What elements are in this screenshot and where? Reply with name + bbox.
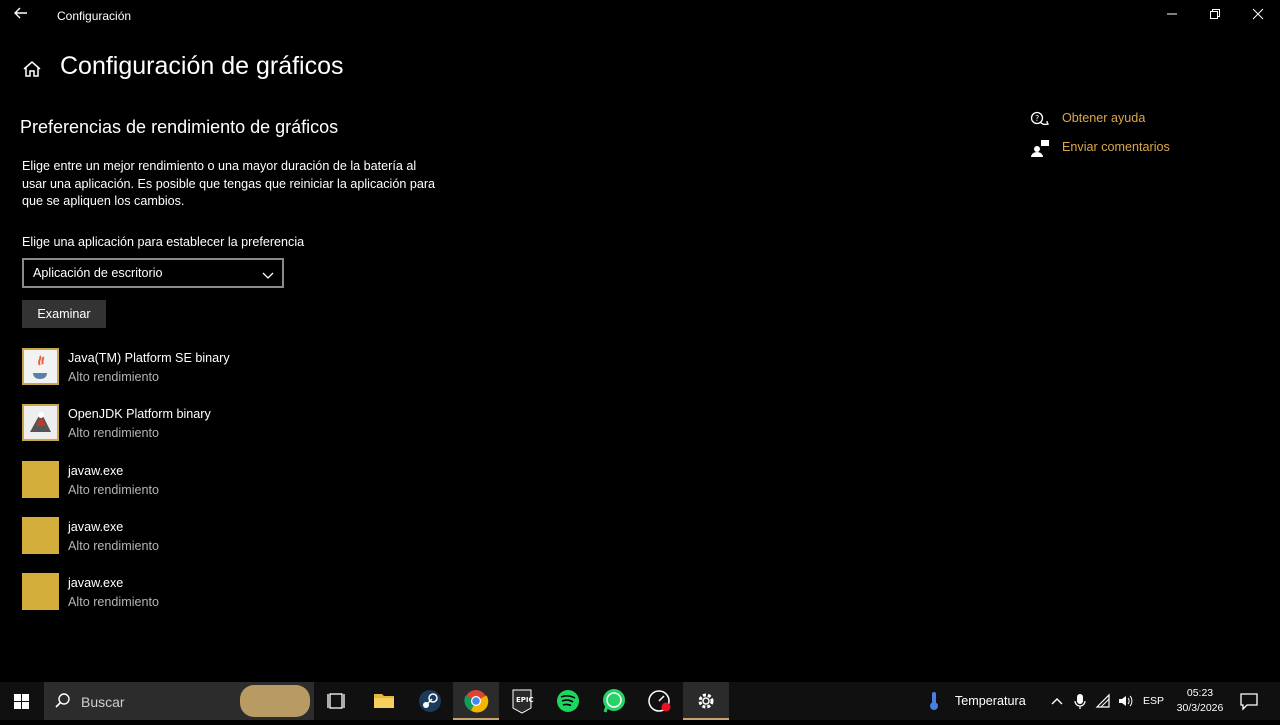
app-preference: Alto rendimiento	[68, 595, 160, 609]
settings-icon[interactable]	[683, 682, 729, 720]
help-chat-icon: ?	[1030, 110, 1050, 128]
app-name: javaw.exe	[68, 520, 124, 534]
clock[interactable]: 05:23 30/3/2026	[1172, 686, 1228, 716]
send-feedback-label: Enviar comentarios	[1062, 140, 1170, 154]
minimize-button[interactable]	[1149, 0, 1195, 32]
back-arrow-icon[interactable]	[10, 6, 32, 26]
minimize-icon	[1167, 13, 1177, 15]
home-icon[interactable]	[22, 60, 42, 78]
openjdk-icon	[22, 404, 59, 441]
steam-icon[interactable]	[407, 682, 453, 720]
get-help-link[interactable]: ? Obtener ayuda	[1030, 108, 1230, 130]
page-title: Configuración de gráficos	[60, 52, 344, 80]
app-name: Java(TM) Platform SE binary	[68, 351, 230, 365]
section-title: Preferencias de rendimiento de gráficos	[20, 117, 339, 137]
choose-app-label: Elige una aplicación para establecer la …	[22, 235, 305, 249]
spotify-icon[interactable]	[545, 682, 591, 720]
feedback-icon	[1030, 139, 1050, 157]
search-highlight-image	[240, 685, 310, 717]
app-name: javaw.exe	[68, 464, 124, 478]
generic-app-icon	[22, 573, 59, 610]
taskbar-search[interactable]: Buscar	[44, 682, 314, 720]
dropdown-value: Aplicación de escritorio	[33, 266, 163, 280]
list-item[interactable]: javaw.exe Alto rendimiento	[22, 461, 442, 501]
task-view-icon[interactable]	[314, 682, 360, 720]
list-item[interactable]: javaw.exe Alto rendimiento	[22, 517, 442, 557]
notification-icon[interactable]	[1238, 690, 1260, 712]
chrome-icon[interactable]	[453, 682, 499, 720]
title-bar: Configuración	[0, 0, 1280, 32]
generic-app-icon	[22, 517, 59, 554]
clock-date: 30/3/2026	[1176, 702, 1224, 714]
speedtest-icon[interactable]	[637, 682, 683, 720]
file-explorer-icon[interactable]	[361, 682, 407, 720]
weather-label[interactable]: Temperatura	[955, 694, 1026, 708]
taskbar: Buscar EPIC Temperatura ESP 05:23 30/3/2…	[0, 682, 1280, 720]
app-preference: Alto rendimiento	[68, 426, 160, 440]
send-feedback-link[interactable]: Enviar comentarios	[1030, 137, 1230, 159]
start-button[interactable]	[0, 682, 44, 720]
volume-icon[interactable]	[1116, 690, 1134, 712]
svg-text:?: ?	[1035, 114, 1039, 123]
close-icon	[1252, 8, 1264, 20]
svg-text:EPIC: EPIC	[516, 696, 534, 704]
list-item[interactable]: Java(TM) Platform SE binary Alto rendimi…	[22, 348, 442, 388]
window-title: Configuración	[57, 9, 132, 23]
app-type-dropdown[interactable]: Aplicación de escritorio	[22, 258, 284, 288]
app-name: javaw.exe	[68, 576, 124, 590]
whatsapp-icon[interactable]	[591, 682, 637, 720]
microphone-icon[interactable]	[1071, 690, 1089, 712]
section-description: Elige entre un mejor rendimiento o una m…	[22, 159, 436, 208]
restore-icon	[1210, 9, 1220, 19]
close-button[interactable]	[1235, 0, 1280, 32]
epic-games-icon[interactable]: EPIC	[499, 682, 545, 720]
get-help-label: Obtener ayuda	[1062, 111, 1146, 125]
java-icon	[22, 348, 59, 385]
windows-logo-icon	[14, 694, 29, 709]
app-preference: Alto rendimiento	[68, 539, 160, 553]
browse-button[interactable]: Examinar	[22, 300, 106, 328]
wifi-icon[interactable]	[1094, 690, 1112, 712]
language-indicator[interactable]: ESP	[1143, 695, 1164, 707]
chevron-up-icon[interactable]	[1048, 690, 1066, 712]
app-preference: Alto rendimiento	[68, 370, 160, 384]
app-name: OpenJDK Platform binary	[68, 407, 211, 421]
chevron-down-icon	[262, 267, 274, 279]
search-icon	[54, 692, 72, 710]
app-preference: Alto rendimiento	[68, 483, 160, 497]
list-item[interactable]: OpenJDK Platform binary Alto rendimiento	[22, 404, 442, 444]
search-placeholder: Buscar	[81, 694, 125, 710]
list-item[interactable]: javaw.exe Alto rendimiento	[22, 573, 442, 613]
clock-time: 05:23	[1186, 687, 1214, 699]
thermometer-icon[interactable]	[928, 691, 940, 711]
generic-app-icon	[22, 461, 59, 498]
restore-button[interactable]	[1192, 0, 1238, 32]
